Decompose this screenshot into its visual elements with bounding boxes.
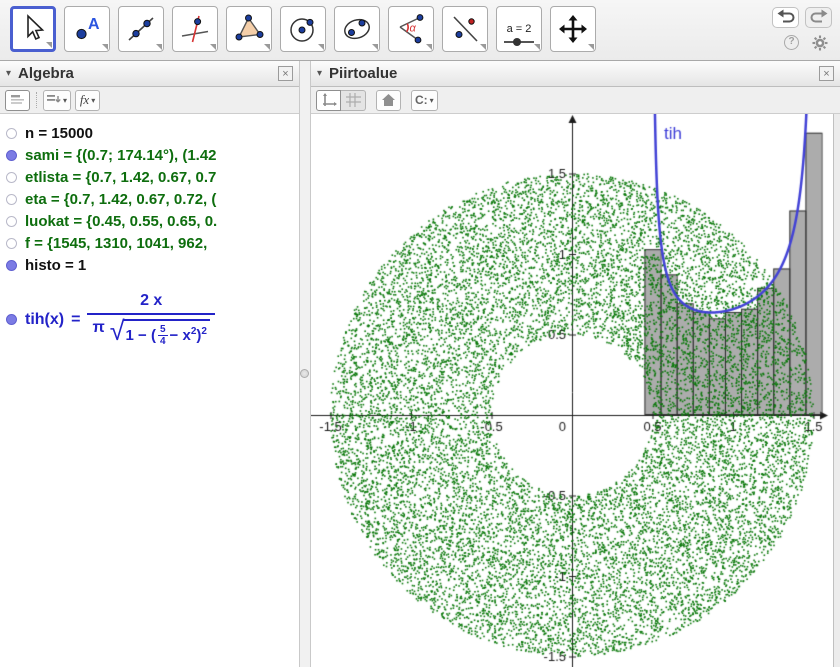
reflect-icon	[443, 13, 487, 45]
auxiliary-objects-button[interactable]	[5, 90, 30, 111]
visibility-marble[interactable]	[6, 314, 17, 325]
algebra-item-text: f = {1545, 1310, 1041, 962,	[25, 235, 207, 252]
help-icon[interactable]: ?	[784, 35, 799, 50]
perpendicular-line-icon	[173, 13, 217, 45]
tool-angle[interactable]: α	[388, 6, 434, 52]
ellipse-icon	[335, 13, 379, 45]
default-view-button[interactable]	[376, 90, 401, 111]
algebra-item-5[interactable]: f = {1545, 1310, 1041, 962,	[0, 232, 299, 254]
angle-icon: α	[389, 13, 433, 45]
tool-polygon[interactable]	[226, 6, 272, 52]
visibility-marble[interactable]	[6, 216, 17, 227]
tool-line[interactable]	[118, 6, 164, 52]
graphics-panel: ▾ Piirtoalue ×	[311, 61, 840, 667]
visibility-marble[interactable]	[6, 172, 17, 183]
circle-icon	[281, 13, 325, 45]
grid-icon	[346, 93, 361, 107]
tih-formula: tih(x) = 2 x π √ 1 − ( 5	[25, 292, 215, 347]
graphics-stylebar: C: ▾	[311, 87, 840, 114]
toolbar-right-controls: ?	[770, 7, 832, 56]
axes-icon	[321, 93, 337, 108]
move-cursor-icon	[13, 13, 53, 45]
home-icon	[381, 93, 396, 107]
algebra-close-button[interactable]: ×	[278, 66, 293, 81]
list-icon	[11, 94, 25, 106]
algebra-stylebar: ▾ fx ▾	[0, 87, 299, 114]
tool-reflect[interactable]	[442, 6, 488, 52]
dropdown-arrow-icon: ▾	[430, 96, 434, 105]
algebra-item-text: n = 15000	[25, 125, 93, 142]
visibility-marble[interactable]	[6, 260, 17, 271]
algebra-item-0[interactable]: n = 15000	[0, 122, 299, 144]
settings-gear-icon[interactable]	[812, 35, 828, 56]
collapse-triangle-icon[interactable]: ▾	[6, 68, 11, 79]
algebra-item-4[interactable]: luokat = {0.45, 0.55, 0.65, 0.	[0, 210, 299, 232]
visibility-marble[interactable]	[6, 150, 17, 161]
visibility-marble[interactable]	[6, 238, 17, 249]
move-view-icon	[551, 13, 595, 45]
graphics-title: Piirtoalue	[329, 65, 397, 82]
show-axes-button[interactable]	[316, 90, 341, 111]
polygon-icon	[227, 13, 271, 45]
fx-icon: fx	[80, 92, 89, 108]
algebra-item-3[interactable]: eta = {0.7, 1.42, 0.67, 0.72, (	[0, 188, 299, 210]
svg-text:A: A	[88, 16, 100, 33]
tool-ellipse[interactable]	[334, 6, 380, 52]
algebra-header: ▾ Algebra ×	[0, 61, 299, 87]
divider-drag-handle[interactable]	[300, 369, 309, 378]
point-capturing-label: C:	[415, 93, 428, 107]
tool-move[interactable]	[10, 6, 56, 52]
algebra-item-text: luokat = {0.45, 0.55, 0.65, 0.	[25, 213, 217, 230]
dropdown-arrow-icon: ▾	[63, 96, 67, 105]
main-toolbar: A	[0, 0, 840, 61]
algebra-item-tih[interactable]: tih(x) = 2 x π √ 1 − ( 5	[0, 292, 299, 347]
algebra-title: Algebra	[18, 65, 74, 82]
undo-icon	[775, 9, 797, 24]
graphics-view	[311, 114, 840, 667]
redo-button[interactable]	[805, 7, 832, 28]
show-grid-button[interactable]	[341, 90, 366, 111]
collapse-triangle-icon[interactable]: ▾	[317, 68, 322, 79]
point-icon: A	[65, 13, 109, 45]
sort-objects-button[interactable]: ▾	[43, 90, 71, 111]
graphics-header: ▾ Piirtoalue ×	[311, 61, 840, 87]
algebra-item-text: eta = {0.7, 1.42, 0.67, 0.72, (	[25, 191, 216, 208]
algebra-item-text: sami = {(0.7; 174.14°), (1.42	[25, 147, 217, 164]
tool-perpendicular-line[interactable]	[172, 6, 218, 52]
algebra-item-text: etlista = {0.7, 1.42, 0.67, 0.7	[25, 169, 216, 186]
graphics-right-gutter[interactable]	[833, 114, 840, 667]
input-fx-button[interactable]: fx ▾	[75, 90, 100, 111]
algebra-item-text: histo = 1	[25, 257, 86, 274]
graphics-close-button[interactable]: ×	[819, 66, 834, 81]
algebra-object-list: n = 15000 sami = {(0.7; 174.14°), (1.42 et…	[0, 114, 299, 667]
redo-icon	[808, 9, 830, 24]
line-icon	[119, 13, 163, 45]
algebra-item-2[interactable]: etlista = {0.7, 1.42, 0.67, 0.7	[0, 166, 299, 188]
algebra-item-6[interactable]: histo = 1	[0, 254, 299, 276]
sort-icon	[47, 94, 61, 106]
graphics-view-canvas[interactable]	[311, 114, 833, 667]
point-capturing-button[interactable]: C: ▾	[411, 90, 438, 111]
panel-divider[interactable]	[299, 61, 311, 667]
tool-circle[interactable]	[280, 6, 326, 52]
slider-icon: a = 2	[497, 23, 541, 43]
dropdown-arrow-icon: ▾	[91, 96, 95, 105]
algebra-item-1[interactable]: sami = {(0.7; 174.14°), (1.42	[0, 144, 299, 166]
tool-move-graphics-view[interactable]	[550, 6, 596, 52]
tool-point[interactable]: A	[64, 6, 110, 52]
svg-text:α: α	[410, 23, 417, 35]
visibility-marble[interactable]	[6, 194, 17, 205]
algebra-panel: ▾ Algebra × ▾ fx	[0, 61, 299, 667]
tool-slider[interactable]: a = 2	[496, 6, 542, 52]
visibility-marble[interactable]	[6, 128, 17, 139]
undo-button[interactable]	[772, 7, 799, 28]
